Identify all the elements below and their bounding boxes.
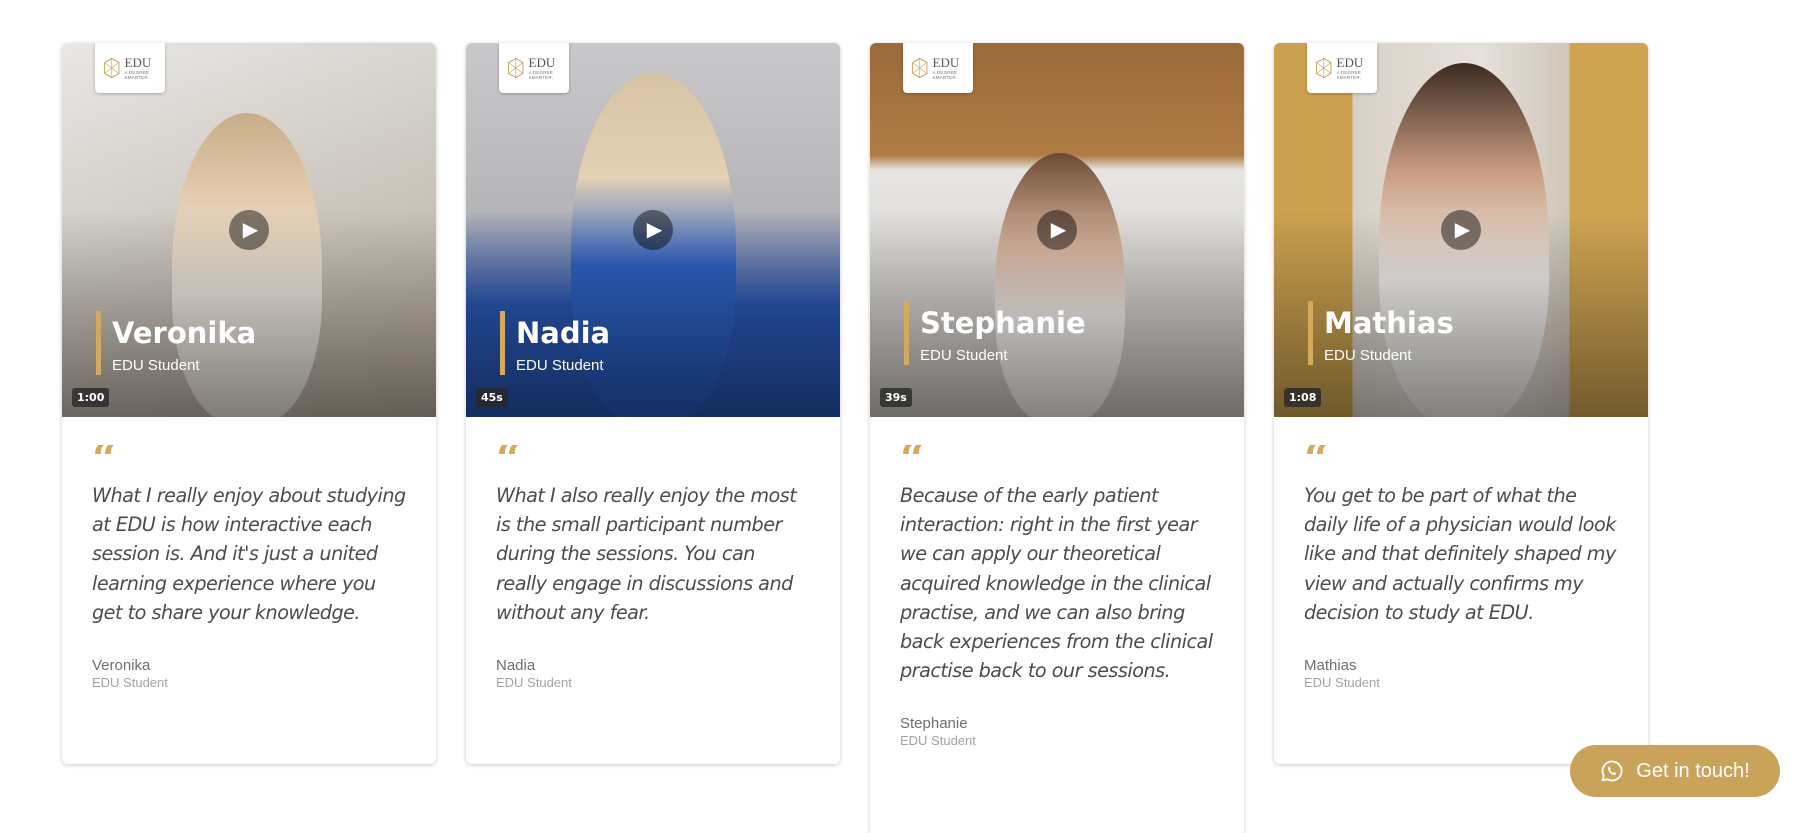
video-student-role: EDU Student <box>1324 347 1412 364</box>
get-in-touch-button[interactable]: Get in touch! <box>1570 745 1780 797</box>
testimonial-card: EDU A DEGREE SMARTER. ▶ Veronika EDU Stu… <box>62 43 436 764</box>
video-duration: 45s <box>476 388 508 407</box>
quote-text: Because of the early patient interaction… <box>900 484 1213 683</box>
quote-icon: “ <box>900 445 926 471</box>
video-student-name: Mathias <box>1324 306 1454 340</box>
quote-icon: “ <box>92 445 118 471</box>
get-in-touch-label: Get in touch! <box>1636 759 1750 782</box>
video-duration: 1:08 <box>1284 388 1322 407</box>
author-role: EDU Student <box>92 675 168 691</box>
author: Mathias EDU Student <box>1304 657 1618 690</box>
play-icon: ▶ <box>1050 219 1067 241</box>
author-role: EDU Student <box>1304 675 1380 691</box>
video-caption: Nadia EDU Student <box>500 311 610 375</box>
author: Nadia EDU Student <box>496 657 810 690</box>
play-button[interactable]: ▶ <box>633 210 673 250</box>
play-icon: ▶ <box>646 219 663 241</box>
video-thumbnail[interactable]: EDU A DEGREE SMARTER. ▶ Mathias EDU Stud… <box>1274 43 1648 417</box>
author-role: EDU Student <box>496 675 572 691</box>
quote-icon: “ <box>496 445 522 471</box>
edu-logo-icon <box>104 57 120 79</box>
video-student-name: Veronika <box>112 316 257 350</box>
testimonial-card: EDU A DEGREE SMARTER. ▶ Nadia EDU Studen… <box>466 43 840 764</box>
logo-tagline: A DEGREE SMARTER. <box>124 70 150 80</box>
logo-wordmark: EDU <box>124 55 152 70</box>
play-button[interactable]: ▶ <box>1037 210 1077 250</box>
video-thumbnail[interactable]: EDU A DEGREE SMARTER. ▶ Veronika EDU Stu… <box>62 43 436 417</box>
edu-logo-badge: EDU A DEGREE SMARTER. <box>903 43 973 93</box>
video-student-role: EDU Student <box>112 357 200 374</box>
edu-logo-badge: EDU A DEGREE SMARTER. <box>95 43 165 93</box>
logo-wordmark: EDU <box>932 55 960 70</box>
video-student-role: EDU Student <box>516 357 604 374</box>
testimonial-card: EDU A DEGREE SMARTER. ▶ Stephanie EDU St… <box>870 43 1244 833</box>
edu-logo-icon <box>912 57 928 79</box>
author: Stephanie EDU Student <box>900 715 1214 748</box>
logo-wordmark: EDU <box>528 55 556 70</box>
author-name: Veronika <box>92 657 151 675</box>
video-student-name: Stephanie <box>920 306 1086 340</box>
edu-logo-icon <box>1316 57 1332 79</box>
video-thumbnail[interactable]: EDU A DEGREE SMARTER. ▶ Nadia EDU Studen… <box>466 43 840 417</box>
edu-logo-badge: EDU A DEGREE SMARTER. <box>499 43 569 93</box>
play-icon: ▶ <box>242 219 259 241</box>
edu-logo-badge: EDU A DEGREE SMARTER. <box>1307 43 1377 93</box>
whatsapp-icon <box>1601 760 1623 782</box>
logo-wordmark: EDU <box>1336 55 1364 70</box>
play-button[interactable]: ▶ <box>1441 210 1481 250</box>
quote-text: What I really enjoy about studying at ED… <box>92 484 406 624</box>
testimonials-carousel: EDU A DEGREE SMARTER. ▶ Veronika EDU Stu… <box>0 0 1799 833</box>
video-caption: Veronika EDU Student <box>96 311 256 375</box>
author-name: Stephanie <box>900 715 968 733</box>
logo-tagline: A DEGREE SMARTER. <box>1336 70 1362 80</box>
video-student-role: EDU Student <box>920 347 1008 364</box>
video-duration: 39s <box>880 388 912 407</box>
author-name: Nadia <box>496 657 536 675</box>
video-student-name: Nadia <box>516 316 611 350</box>
testimonial-card: EDU A DEGREE SMARTER. ▶ Mathias EDU Stud… <box>1274 43 1648 764</box>
quote-icon: “ <box>1304 445 1330 471</box>
author-name: Mathias <box>1304 657 1357 675</box>
author: Veronika EDU Student <box>92 657 406 690</box>
play-button[interactable]: ▶ <box>229 210 269 250</box>
author-role: EDU Student <box>900 733 976 749</box>
video-caption: Mathias EDU Student <box>1308 301 1454 365</box>
video-duration: 1:00 <box>72 388 110 407</box>
edu-logo-icon <box>508 57 524 79</box>
video-caption: Stephanie EDU Student <box>904 301 1086 365</box>
logo-tagline: A DEGREE SMARTER. <box>932 70 958 80</box>
logo-tagline: A DEGREE SMARTER. <box>528 70 554 80</box>
video-thumbnail[interactable]: EDU A DEGREE SMARTER. ▶ Stephanie EDU St… <box>870 43 1244 417</box>
quote-text: What I also really enjoy the most is the… <box>496 484 797 624</box>
play-icon: ▶ <box>1454 219 1471 241</box>
quote-text: You get to be part of what the daily lif… <box>1304 484 1616 624</box>
